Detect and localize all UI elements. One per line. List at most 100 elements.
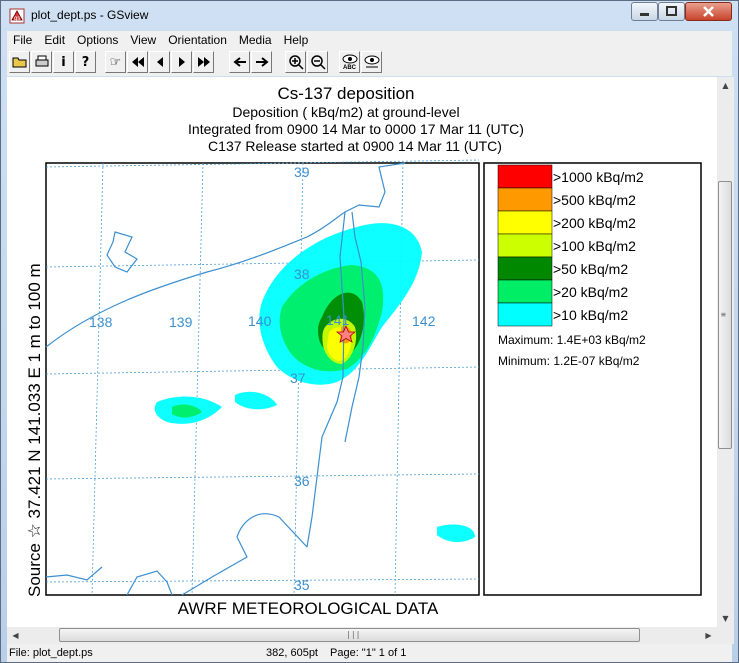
find-button[interactable] bbox=[361, 51, 382, 73]
plot-subtitle-1: Deposition ( kBq/m2) at ground-level bbox=[232, 104, 459, 120]
prev-page-icon bbox=[156, 57, 163, 67]
plot-page: Cs-137 deposition Deposition ( kBq/m2) a… bbox=[25, 84, 702, 618]
legend-label: >200 kBq/m2 bbox=[553, 215, 636, 231]
eye-abc-icon: ABC bbox=[342, 54, 357, 70]
plot-title: Cs-137 deposition bbox=[277, 84, 414, 103]
horizontal-scroll-thumb[interactable]: ||| bbox=[59, 628, 640, 642]
legend-minimum: Minimum: 1.2E-07 kBq/m2 bbox=[498, 354, 640, 368]
legend-label: >20 kBq/m2 bbox=[553, 284, 628, 300]
latitude-label: 35 bbox=[294, 577, 310, 593]
menu-options[interactable]: Options bbox=[71, 33, 124, 47]
status-file: File: plot_dept.ps bbox=[9, 647, 93, 659]
gsview-app-icon[interactable]: gs bbox=[9, 8, 25, 24]
latitude-label: 38 bbox=[294, 266, 310, 282]
longitude-label: 139 bbox=[169, 314, 193, 330]
scroll-down-button[interactable]: ▼ bbox=[717, 610, 734, 627]
zoom-out-icon bbox=[310, 55, 326, 70]
window-title: plot_dept.ps - GSview bbox=[31, 8, 149, 22]
status-page: Page: "1" 1 of 1 bbox=[330, 647, 407, 659]
legend-swatch bbox=[497, 302, 553, 327]
grip-icon: ||| bbox=[346, 630, 361, 639]
vertical-scrollbar[interactable]: ▲ ≡ ▼ bbox=[717, 77, 734, 627]
scrollbar-corner bbox=[717, 627, 734, 644]
first-page-button[interactable] bbox=[127, 51, 148, 73]
menu-orientation[interactable]: Orientation bbox=[162, 33, 233, 47]
toolbar: i ? ☞ ABC bbox=[7, 49, 732, 76]
longitude-label: 140 bbox=[248, 313, 272, 329]
zoom-in-button[interactable] bbox=[285, 51, 306, 73]
scroll-left-button[interactable]: ◀ bbox=[7, 627, 24, 644]
last-page-icon bbox=[197, 57, 210, 67]
open-button[interactable] bbox=[9, 51, 30, 73]
scroll-up-icon: ▲ bbox=[722, 81, 729, 90]
last-page-button[interactable] bbox=[193, 51, 214, 73]
maximize-button[interactable] bbox=[658, 2, 685, 21]
legend-swatch bbox=[497, 279, 553, 304]
menu-file[interactable]: File bbox=[7, 33, 38, 47]
legend-swatch bbox=[497, 256, 553, 281]
legend-label: >100 kBq/m2 bbox=[553, 238, 636, 254]
legend-maximum: Maximum: 1.4E+03 kBq/m2 bbox=[498, 333, 646, 347]
menu-bar: File Edit Options View Orientation Media… bbox=[7, 31, 732, 49]
info-button[interactable]: i bbox=[53, 51, 74, 73]
svg-text:ABC: ABC bbox=[343, 65, 357, 70]
maximize-icon bbox=[666, 6, 677, 16]
legend-label: >1000 kBq/m2 bbox=[553, 169, 644, 185]
vertical-scroll-thumb[interactable]: ≡ bbox=[718, 181, 732, 449]
longitude-label: 138 bbox=[89, 314, 113, 330]
folder-icon bbox=[12, 57, 26, 68]
title-bar[interactable]: gs plot_dept.ps - GSview bbox=[1, 1, 738, 31]
close-button[interactable] bbox=[685, 2, 732, 21]
minimize-icon bbox=[640, 13, 649, 16]
legend-label: >500 kBq/m2 bbox=[553, 192, 636, 208]
menu-media[interactable]: Media bbox=[233, 33, 278, 47]
scroll-right-icon: ▶ bbox=[705, 631, 712, 640]
next-page-button[interactable] bbox=[171, 51, 192, 73]
scroll-left-icon: ◀ bbox=[12, 631, 19, 640]
application-window: gs plot_dept.ps - GSview File Edit Optio… bbox=[0, 0, 739, 663]
minimize-button[interactable] bbox=[631, 2, 658, 21]
prev-page-button[interactable] bbox=[149, 51, 170, 73]
goto-page-button[interactable]: ☞ bbox=[105, 51, 126, 73]
latitude-label: 37 bbox=[290, 370, 306, 386]
scroll-up-button[interactable]: ▲ bbox=[717, 77, 734, 94]
menu-help[interactable]: Help bbox=[278, 33, 315, 47]
help-button[interactable]: ? bbox=[75, 51, 96, 73]
menu-view[interactable]: View bbox=[124, 33, 162, 47]
legend-label: >50 kBq/m2 bbox=[553, 261, 628, 277]
svg-text:gs: gs bbox=[14, 16, 20, 22]
legend-swatch bbox=[497, 210, 553, 235]
status-coordinates: 382, 605pt bbox=[266, 647, 318, 659]
close-icon bbox=[703, 6, 714, 17]
print-button[interactable] bbox=[31, 51, 52, 73]
legend-panel: >1000 kBq/m2 >500 kBq/m2 >200 kBq/m2 >100 k… bbox=[483, 162, 702, 596]
zoom-in-icon bbox=[288, 55, 304, 70]
legend-swatch bbox=[497, 233, 553, 258]
info-icon: i bbox=[61, 54, 66, 70]
horizontal-scrollbar[interactable]: ◀ ||| ▶ bbox=[7, 627, 717, 644]
legend-label: >10 kBq/m2 bbox=[553, 307, 628, 323]
goto-page-icon: ☞ bbox=[109, 54, 122, 70]
longitude-label: 142 bbox=[412, 313, 436, 329]
legend-swatch bbox=[497, 164, 553, 189]
scroll-right-button[interactable]: ▶ bbox=[700, 627, 717, 644]
document-view[interactable]: Cs-137 deposition Deposition ( kBq/m2) a… bbox=[7, 77, 717, 627]
legend-swatch bbox=[497, 187, 553, 212]
grip-icon: ≡ bbox=[721, 310, 726, 319]
forward-button[interactable] bbox=[251, 51, 272, 73]
arrow-right-icon bbox=[255, 57, 269, 67]
eye-icon bbox=[364, 55, 379, 68]
back-button[interactable] bbox=[229, 51, 250, 73]
map-panel: 3938373635 138 139 140 141 142 bbox=[45, 159, 480, 596]
zoom-out-button[interactable] bbox=[307, 51, 328, 73]
data-source-label: AWRF METEOROLOGICAL DATA bbox=[178, 599, 439, 618]
next-page-icon bbox=[178, 57, 185, 67]
plot-subtitle-2: Integrated from 0900 14 Mar to 0000 17 M… bbox=[188, 121, 524, 137]
status-bar: File: plot_dept.ps 382, 605pt Page: "1" … bbox=[7, 644, 732, 662]
first-page-icon bbox=[131, 57, 144, 67]
help-icon: ? bbox=[81, 54, 90, 70]
arrow-left-icon bbox=[232, 57, 246, 67]
source-label: Source ☆ 37.421 N 141.033 E 1 m to 100 m bbox=[25, 263, 44, 597]
menu-edit[interactable]: Edit bbox=[38, 33, 71, 47]
text-extract-button[interactable]: ABC bbox=[339, 51, 360, 73]
